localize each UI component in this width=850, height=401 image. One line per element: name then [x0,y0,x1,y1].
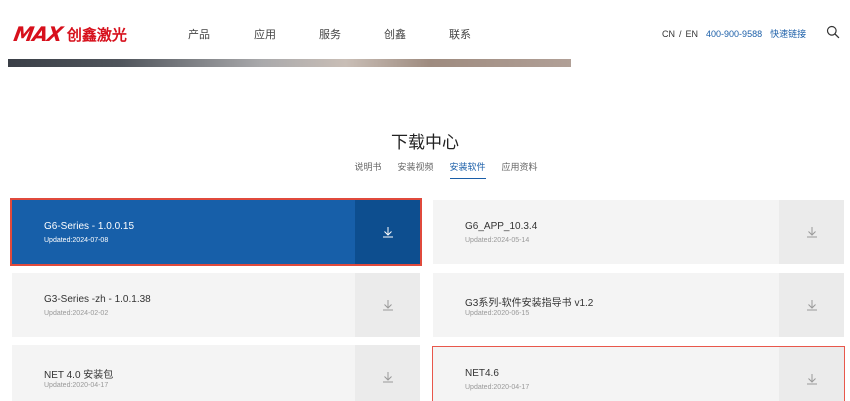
download-button[interactable] [355,200,420,264]
nav-item-company[interactable]: 创鑫 [384,26,449,42]
download-button[interactable] [355,273,420,337]
main-nav: 产品 应用 服务 创鑫 联系 [188,26,489,42]
banner-image-strip [8,59,571,67]
download-date: Updated:2024-05-14 [465,237,530,244]
download-arrow-icon [382,300,393,311]
download-arrow-icon [382,227,393,238]
download-date: Updated:2024-07-08 [44,237,109,244]
logo[interactable]: MAX 创鑫激光 [11,22,127,46]
nav-item-applications[interactable]: 应用 [254,26,319,42]
logo-text: 创鑫激光 [66,25,127,44]
download-arrow-icon [382,372,393,383]
download-date: Updated:2020-06-15 [465,310,530,317]
header-right: CN / EN 400-900-9588 快速链接 [662,27,806,40]
phone-number[interactable]: 400-900-9588 [706,29,762,39]
search-icon[interactable] [826,25,840,39]
download-button[interactable] [355,345,420,401]
download-name: G6-Series - 1.0.0.15 [44,221,135,232]
site-header: MAX 创鑫激光 产品 应用 服务 创鑫 联系 CN / EN 400-900-… [0,0,850,68]
download-card[interactable]: NET4.6 Updated:2020-04-17 [432,346,845,401]
lang-cn-link[interactable]: CN [662,29,675,39]
nav-item-service[interactable]: 服务 [319,26,384,42]
tab-manuals[interactable]: 说明书 [354,160,381,179]
download-button[interactable] [779,273,844,337]
download-button[interactable] [779,200,844,264]
download-date: Updated:2020-04-17 [465,384,530,391]
quick-links-link[interactable]: 快速链接 [770,27,806,40]
download-arrow-icon [806,374,817,385]
download-name: G6_APP_10.3.4 [465,221,538,232]
download-button[interactable] [779,347,844,401]
download-card[interactable]: G3-Series -zh - 1.0.1.38 Updated:2024-02… [12,273,420,337]
lang-separator: / [679,28,682,39]
nav-item-contact[interactable]: 联系 [449,26,489,42]
page-title: 下载中心 [391,133,459,152]
tab-install-software[interactable]: 安装软件 [449,160,486,179]
download-arrow-icon [806,227,817,238]
logo-mark: MAX [11,22,64,46]
download-card[interactable]: NET 4.0 安装包 Updated:2020-04-17 [12,345,420,401]
nav-item-products[interactable]: 产品 [188,26,254,42]
download-date: Updated:2024-02-02 [44,310,109,317]
download-card[interactable]: G3系列-软件安装指导书 v1.2 Updated:2020-06-15 [433,273,844,337]
download-card[interactable]: G6_APP_10.3.4 Updated:2024-05-14 [433,200,844,264]
tab-install-videos[interactable]: 安装视频 [397,160,433,179]
download-name: NET 4.0 安装包 [44,370,114,381]
download-tabs: 说明书 安装视频 安装软件 应用资料 [0,160,850,179]
download-arrow-icon [806,300,817,311]
download-card[interactable]: G6-Series - 1.0.0.15 Updated:2024-07-08 [10,198,422,266]
download-name: G3-Series -zh - 1.0.1.38 [44,294,151,305]
download-name: G3系列-软件安装指导书 v1.2 [465,298,594,309]
tab-application-docs[interactable]: 应用资料 [502,160,538,179]
download-date: Updated:2020-04-17 [44,382,109,389]
download-name: NET4.6 [465,368,499,379]
lang-en-link[interactable]: EN [686,29,699,39]
